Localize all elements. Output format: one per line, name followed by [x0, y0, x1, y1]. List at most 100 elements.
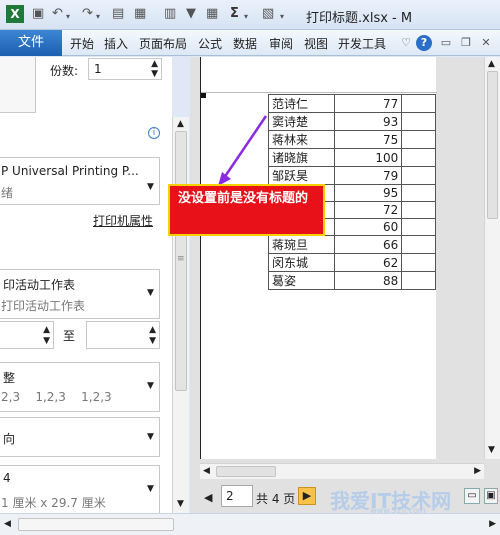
score-cell: 93	[333, 112, 403, 131]
undo-dropdown-icon[interactable]: ▾	[66, 9, 70, 25]
name-cell: 范诗仁	[268, 94, 335, 113]
printer-selector[interactable]: P Universal Printing P... 绪 ▼	[0, 157, 160, 205]
preview-horizontal-scrollbar[interactable]: ◀ ▶	[200, 463, 484, 479]
tab-formulas[interactable]: 公式	[198, 35, 222, 52]
scrollbar-thumb[interactable]: ≡	[175, 131, 187, 391]
scroll-right-icon[interactable]: ▶	[474, 466, 481, 476]
collate-main: 整	[3, 371, 16, 385]
score-cell: 79	[333, 166, 403, 185]
settings-scrollbar[interactable]: ▲ ≡ ▼	[172, 117, 189, 515]
autosum-dropdown-icon[interactable]: ▾	[244, 9, 248, 25]
pages-to-input[interactable]: ▲ ▼	[86, 321, 160, 349]
paper-size-main: 4	[3, 471, 11, 485]
empty-cell	[401, 253, 436, 272]
tab-view[interactable]: 视图	[304, 35, 328, 52]
scroll-down-icon[interactable]: ▼	[177, 499, 184, 509]
table-row: 窦诗楚 93	[268, 112, 436, 131]
print-scope-sub: 打印活动工作表	[1, 299, 86, 313]
prev-page-icon[interactable]: ◀	[204, 491, 212, 504]
copies-stepper[interactable]: 1 ▲ ▼	[88, 58, 162, 80]
stepper-up-icon[interactable]: ▲	[151, 59, 158, 69]
tab-home[interactable]: 开始	[70, 35, 94, 52]
margin-handle[interactable]	[201, 93, 206, 98]
tab-developer[interactable]: 开发工具	[338, 35, 386, 52]
tab-insert[interactable]: 插入	[104, 35, 128, 52]
customize-icon[interactable]: ▾	[280, 9, 284, 25]
format-painter-icon[interactable]: ▧	[262, 6, 274, 22]
redo-icon[interactable]: ↷	[82, 6, 93, 22]
copies-label: 份数:	[50, 64, 79, 78]
paper-size-selector[interactable]: 4 1 厘米 x 29.7 厘米 ▼	[0, 465, 160, 513]
zoom-to-page-icon[interactable]: ▣	[484, 488, 498, 504]
name-cell: 邹跃昊	[268, 166, 335, 185]
empty-cell	[401, 130, 436, 149]
table-row: 蒋琬旦 66	[268, 235, 436, 254]
scroll-up-icon[interactable]: ▲	[177, 119, 184, 129]
printer-properties-link[interactable]: 打印机属性	[93, 212, 153, 229]
format-icon[interactable]: ▦	[134, 6, 146, 22]
print-preview-icon[interactable]: ▤	[112, 6, 124, 22]
redo-dropdown-icon[interactable]: ▾	[96, 9, 100, 25]
score-cell: 75	[333, 130, 403, 149]
scrollbar-thumb[interactable]	[216, 466, 276, 477]
table-row: 邹跃昊 79	[268, 166, 436, 185]
ribbon-tabs: 文件 开始 插入 页面布局 公式 数据 审阅 视图 开发工具 ♡ ? ▭ ❐ ✕	[0, 30, 500, 56]
close-icon[interactable]: ✕	[478, 35, 494, 51]
show-margins-icon[interactable]: ▭	[464, 488, 480, 504]
scrollbar-thumb[interactable]	[487, 71, 498, 219]
score-cell: 88	[333, 271, 403, 290]
score-cell: 62	[333, 253, 403, 272]
undo-icon[interactable]: ↶	[52, 6, 63, 22]
empty-cell	[401, 271, 436, 290]
scroll-left-icon[interactable]: ◀	[203, 466, 210, 476]
collate-sub: 2,3 1,2,3 1,2,3	[1, 390, 112, 404]
stepper-down-icon[interactable]: ▼	[151, 69, 158, 79]
current-page-input[interactable]: 2	[221, 485, 253, 507]
collate-selector[interactable]: 整 2,3 1,2,3 1,2,3 ▼	[0, 362, 160, 412]
name-cell: 闵东城	[268, 253, 335, 272]
empty-cell	[401, 112, 436, 131]
info-icon[interactable]: i	[148, 127, 160, 139]
print-button[interactable]	[0, 57, 36, 113]
tab-file[interactable]: 文件	[0, 30, 62, 56]
restore-icon[interactable]: ❐	[458, 35, 474, 51]
scroll-down-icon[interactable]: ▼	[488, 445, 495, 455]
help-icon[interactable]: ?	[416, 35, 432, 51]
page-margin-line	[201, 92, 437, 93]
scroll-right-icon[interactable]: ▶	[489, 519, 496, 529]
empty-cell	[401, 201, 436, 219]
stepper-up-icon[interactable]: ▲	[43, 325, 50, 335]
next-page-icon[interactable]: ▶	[298, 487, 316, 505]
table-icon[interactable]: ▦	[206, 6, 218, 22]
filter-icon[interactable]: ▼	[186, 6, 196, 22]
scrollbar-thumb[interactable]	[18, 518, 174, 531]
stepper-down-icon[interactable]: ▼	[149, 336, 156, 346]
chevron-down-icon: ▼	[147, 288, 154, 298]
name-cell: 蒋林来	[268, 130, 335, 149]
score-cell: 100	[333, 148, 403, 167]
heart-icon[interactable]: ♡	[398, 35, 414, 51]
chevron-down-icon: ▼	[147, 484, 154, 494]
pages-from-input[interactable]: ▲ ▼	[0, 321, 54, 349]
tab-data[interactable]: 数据	[233, 35, 257, 52]
excel-logo-icon[interactable]: X	[6, 5, 24, 23]
orientation-selector[interactable]: 向 ▼	[0, 417, 160, 457]
scroll-left-icon[interactable]: ◀	[4, 519, 11, 529]
print-scope-selector[interactable]: 印活动工作表 打印活动工作表 ▼	[0, 269, 160, 319]
tab-page-layout[interactable]: 页面布局	[139, 35, 187, 52]
stepper-up-icon[interactable]: ▲	[149, 325, 156, 335]
paper-size-sub: 1 厘米 x 29.7 厘米	[1, 496, 106, 510]
autosum-icon[interactable]: Σ	[230, 6, 239, 22]
stepper-down-icon[interactable]: ▼	[43, 336, 50, 346]
tab-review[interactable]: 审阅	[269, 35, 293, 52]
score-cell: 60	[333, 218, 403, 236]
title-bar: X ▣ ↶ ▾ ↷ ▾ ▤ ▦ ▥ ▼ ▦ Σ ▾ ▧ ▾ 打印标题.xlsx …	[0, 0, 500, 30]
backstage-horizontal-scrollbar[interactable]: ◀ ▶	[0, 513, 500, 535]
save-icon[interactable]: ▣	[32, 6, 44, 22]
preview-vertical-scrollbar[interactable]: ▲ ▼	[484, 57, 500, 459]
chevron-down-icon: ▼	[147, 432, 154, 442]
scroll-up-icon[interactable]: ▲	[488, 59, 495, 69]
minimize-ribbon-icon[interactable]: ▭	[438, 35, 454, 51]
empty-cell	[401, 166, 436, 185]
calc-icon[interactable]: ▥	[164, 6, 176, 22]
